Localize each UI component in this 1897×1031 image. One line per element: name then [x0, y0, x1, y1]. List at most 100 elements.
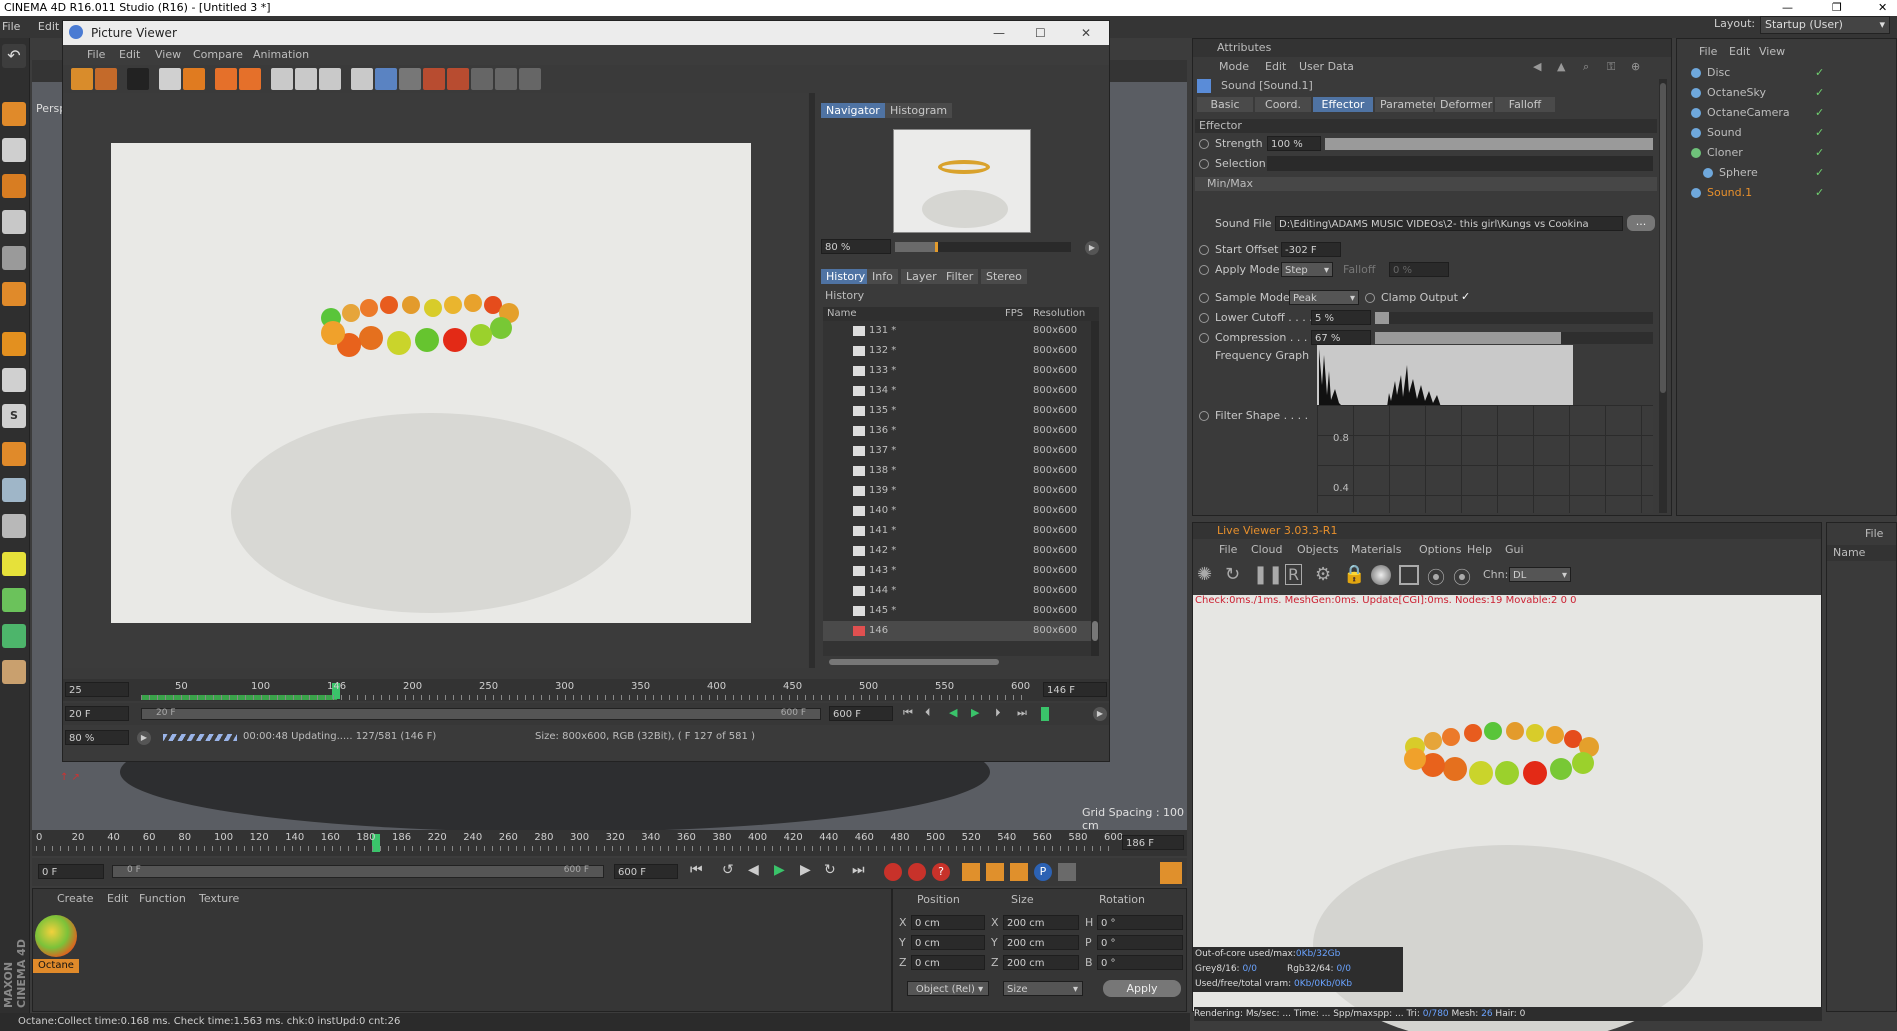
col-name[interactable]: Name — [827, 307, 857, 321]
history-scrollbar[interactable] — [1091, 321, 1099, 656]
pause-icon[interactable]: ❚❚ — [1253, 564, 1283, 585]
history-row[interactable]: 140 * 800x600 — [823, 501, 1091, 521]
prev-key-icon[interactable]: ↺ — [722, 862, 734, 878]
a-icon[interactable] — [423, 68, 445, 90]
rotate-icon[interactable] — [1010, 863, 1028, 881]
lv-menu-gui[interactable]: Gui — [1505, 541, 1524, 559]
search-icon[interactable]: ⌕ — [1583, 57, 1589, 77]
pv-timeline-end[interactable]: 146 F — [1043, 682, 1107, 697]
undo-icon[interactable]: ↶ — [2, 44, 26, 68]
history-row[interactable]: 138 * 800x600 — [823, 461, 1091, 481]
options-icon[interactable]: ▶ — [1093, 707, 1107, 721]
lower-cutoff-field[interactable]: 5 % — [1311, 310, 1371, 325]
history-row[interactable]: 135 * 800x600 — [823, 401, 1091, 421]
visibility-icon[interactable]: ✓ — [1815, 143, 1824, 163]
help-icon[interactable]: ? — [932, 863, 950, 881]
timeline-icon[interactable] — [1160, 862, 1182, 884]
history-row[interactable]: 142 * 800x600 — [823, 541, 1091, 561]
visibility-icon[interactable]: ✓ — [1815, 83, 1824, 103]
history-row[interactable]: 144 * 800x600 — [823, 581, 1091, 601]
menu-edit[interactable]: Edit — [38, 20, 59, 33]
col-resolution[interactable]: Resolution — [1033, 307, 1085, 321]
box-icon[interactable] — [2, 660, 26, 684]
coord-pos-field[interactable]: 0 cm — [911, 955, 985, 970]
visibility-icon[interactable]: ✓ — [1815, 63, 1824, 83]
clamp-output-checkbox[interactable]: ✓ — [1461, 290, 1470, 303]
attr-menu-mode[interactable]: Mode — [1219, 57, 1249, 77]
lower-cutoff-radio[interactable] — [1199, 313, 1209, 323]
maximize-icon[interactable]: ❐ — [1832, 0, 1842, 16]
lv-menu-file[interactable]: File — [1219, 541, 1237, 559]
close-icon[interactable]: ✕ — [1878, 0, 1887, 16]
obj-menu-edit[interactable]: Edit — [1729, 43, 1750, 61]
coord-rot-field[interactable]: 0 ° — [1097, 915, 1183, 930]
magnet-icon[interactable] — [2, 442, 26, 466]
history-row[interactable]: 141 * 800x600 — [823, 521, 1091, 541]
history-scroll-thumb[interactable] — [1092, 621, 1098, 641]
pv-zoom-field[interactable]: 80 % — [65, 730, 129, 745]
history-row[interactable]: 146 800x600 — [823, 621, 1091, 641]
obj-menu-file[interactable]: File — [1699, 43, 1717, 61]
tab-falloff[interactable]: Falloff — [1495, 97, 1555, 112]
main-range-end[interactable]: 600 F — [614, 864, 678, 879]
coord-pos-field[interactable]: 0 cm — [911, 915, 985, 930]
lock-icon[interactable]: ⚿ — [1607, 57, 1615, 77]
grid-icon[interactable] — [1058, 863, 1076, 881]
material-icon[interactable] — [1371, 565, 1391, 585]
pv-range-slider[interactable]: 20 F 600 F — [141, 708, 821, 720]
fit-icon[interactable] — [159, 68, 181, 90]
visibility-icon[interactable]: ✓ — [1815, 103, 1824, 123]
pv-menu-edit[interactable]: Edit — [119, 45, 140, 65]
attributes-scroll-thumb[interactable] — [1660, 83, 1666, 393]
pv-menu-animation[interactable]: Animation — [253, 45, 309, 65]
gear-icon[interactable]: ⚙ — [1315, 564, 1331, 585]
maximize-icon[interactable]: ☐ — [1035, 21, 1046, 45]
next-frame-icon[interactable]: ▶ — [800, 862, 811, 878]
ab-icon[interactable] — [215, 68, 237, 90]
menu-file[interactable]: File — [2, 20, 20, 33]
tab-basic[interactable]: Basic — [1197, 97, 1253, 112]
filter-shape-graph[interactable]: 0.8 0.4 — [1317, 405, 1653, 513]
main-timeline-ruler[interactable]: 0 20 40 60 80 100 120 140 160 180 186 220 240 260 280 3… — [36, 832, 1123, 854]
mesh-icon[interactable] — [2, 478, 26, 502]
next-key-icon[interactable]: ↻ — [824, 862, 836, 878]
object-row[interactable]: Cloner ✓ — [1683, 143, 1893, 163]
coord-size-field[interactable]: 200 cm — [1003, 915, 1079, 930]
compare-icon[interactable] — [351, 68, 373, 90]
coord-pos-field[interactable]: 0 cm — [911, 935, 985, 950]
grid-a-icon[interactable] — [471, 68, 493, 90]
next-key-icon[interactable]: ⏵ — [995, 706, 1001, 720]
history-row[interactable]: 132 * 800x600 — [823, 341, 1091, 361]
object-row[interactable]: Sphere ✓ — [1683, 163, 1893, 183]
tab-parameter[interactable]: Parameter — [1375, 97, 1437, 112]
apply-mode-select[interactable]: Step ▾ — [1281, 262, 1333, 277]
object-row[interactable]: OctaneSky ✓ — [1683, 83, 1893, 103]
compression-field[interactable]: 67 % — [1311, 330, 1371, 345]
prev-key-icon[interactable]: ⏴ — [925, 706, 931, 720]
mat-menu-create[interactable]: Create — [57, 889, 94, 909]
tab-filter[interactable]: Filter — [941, 269, 979, 284]
tab-stereo[interactable]: Stereo — [981, 269, 1027, 284]
object-row[interactable]: Sound ✓ — [1683, 123, 1893, 143]
sculpt-icon[interactable] — [2, 514, 26, 538]
nurbs-icon[interactable] — [2, 246, 26, 270]
minimize-icon[interactable]: — — [1782, 0, 1793, 16]
grid-icon[interactable] — [2, 174, 26, 198]
object-row[interactable]: Sound.1 ✓ — [1683, 183, 1893, 203]
go-end-icon[interactable]: ⏭ — [1017, 706, 1027, 720]
history-row[interactable]: 137 * 800x600 — [823, 441, 1091, 461]
history-row[interactable]: 139 * 800x600 — [823, 481, 1091, 501]
grid-b-icon[interactable] — [495, 68, 517, 90]
clay-icon[interactable] — [1399, 565, 1419, 585]
live-render-view[interactable]: Check:0ms./1ms. MeshGen:0ms. Update[CGI]… — [1193, 595, 1821, 1031]
attr-menu-userdata[interactable]: User Data — [1299, 57, 1354, 77]
tab-navigator[interactable]: Navigator — [821, 103, 885, 118]
navigator-thumbnail[interactable] — [893, 129, 1031, 233]
strength-slider[interactable] — [1325, 138, 1653, 150]
minimize-icon[interactable]: — — [993, 21, 1005, 45]
pv-timeline-start[interactable]: 25 — [65, 682, 129, 697]
deformer-icon[interactable] — [2, 282, 26, 306]
lock-icon[interactable]: 🔒 — [1343, 564, 1365, 585]
history-hscroll[interactable] — [829, 659, 999, 665]
play-forward-icon[interactable]: ▶ — [971, 706, 979, 719]
